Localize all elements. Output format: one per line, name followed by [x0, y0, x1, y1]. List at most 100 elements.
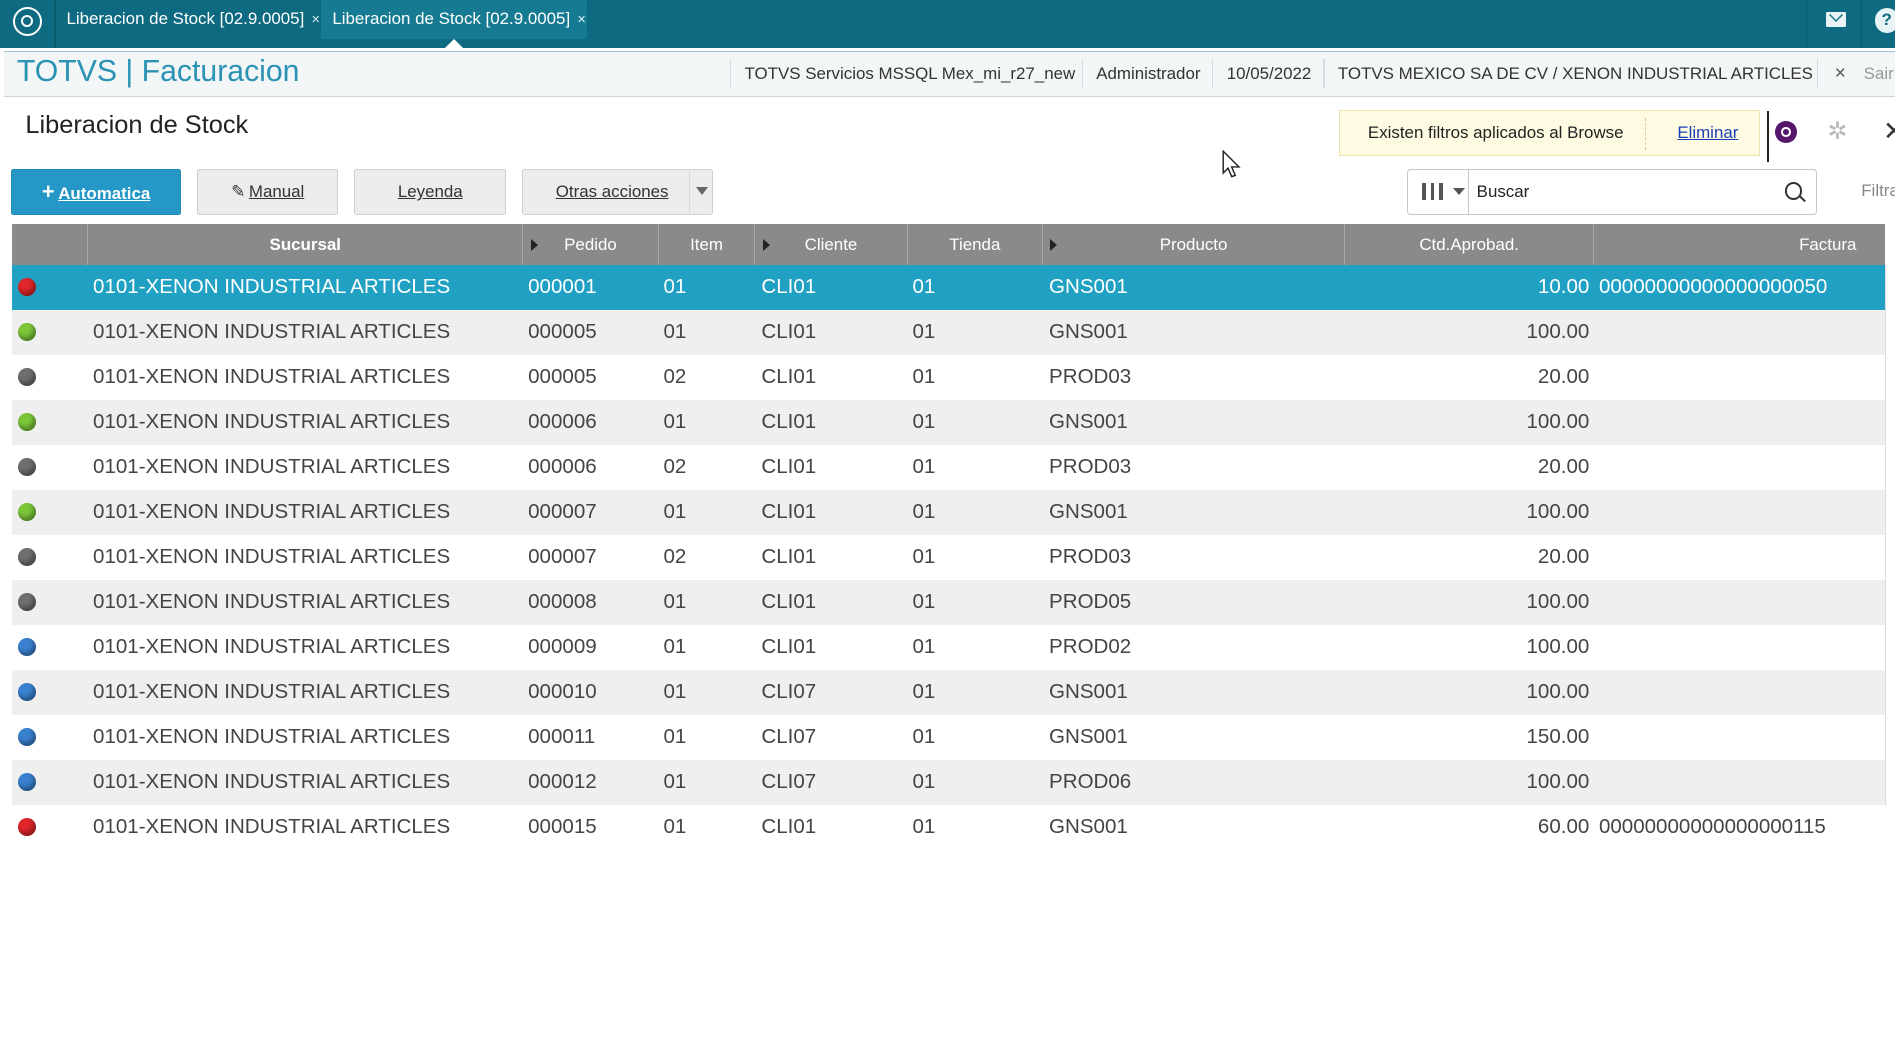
table-row[interactable]: 0101-XENON INDUSTRIAL ARTICLES 000011 01 CL… — [12, 714, 1886, 760]
cell-cliente: CLI07 — [761, 724, 817, 748]
table-row[interactable]: 0101-XENON INDUSTRIAL ARTICLES 000005 01 CL… — [12, 309, 1886, 355]
column-header-item[interactable]: Item — [659, 223, 756, 265]
date-label[interactable]: 10/05/2022 — [1227, 52, 1312, 96]
status-gray-icon — [18, 367, 37, 387]
environment-label[interactable]: TOTVS Servicios MSSQL Mex_mi_r27_new — [744, 52, 1075, 96]
mail-icon[interactable] — [1826, 12, 1846, 27]
search-input[interactable]: Buscar — [1477, 170, 1530, 214]
status-gray-icon — [18, 548, 37, 567]
table-row[interactable]: 0101-XENON INDUSTRIAL ARTICLES 000012 01 CL… — [12, 759, 1886, 805]
cell-sucursal: 0101-XENON INDUSTRIAL ARTICLES — [93, 814, 451, 838]
cell-tienda: 01 — [912, 634, 936, 658]
table-row[interactable]: 0101-XENON INDUSTRIAL ARTICLES 000007 01 CL… — [12, 489, 1886, 535]
cell-item: 02 — [663, 454, 687, 478]
cell-factura: 00000000000000000115 — [1598, 814, 1826, 838]
table-row[interactable]: 0101-XENON INDUSTRIAL ARTICLES 000015 01 CL… — [12, 804, 1886, 850]
company-label[interactable]: TOTVS MEXICO SA DE CV / XENON INDUSTRIAL… — [1338, 52, 1813, 96]
exit-button[interactable]: Sair — [1864, 52, 1894, 96]
cell-producto: GNS001 — [1049, 274, 1128, 298]
column-header-pedido[interactable]: Pedido — [523, 223, 659, 265]
status-green-icon — [18, 503, 37, 522]
grid-header: Sucursal Pedido Item Cliente Tienda Prod… — [12, 223, 1886, 265]
cell-sucursal: 0101-XENON INDUSTRIAL ARTICLES — [93, 769, 451, 793]
cell-sucursal: 0101-XENON INDUSTRIAL ARTICLES — [93, 589, 451, 613]
column-config-button[interactable] — [1408, 170, 1470, 214]
cell-pedido: 000009 — [528, 634, 597, 658]
help-icon[interactable]: ? — [1874, 8, 1895, 33]
columns-icon — [1422, 183, 1426, 201]
tab-liberacion-2[interactable]: Liberacion de Stock [02.9.0005] × — [321, 0, 588, 49]
app-title: TOTVS | Facturacion — [16, 55, 300, 89]
cell-pedido: 000010 — [528, 679, 597, 703]
user-menu-icon[interactable] — [1775, 120, 1798, 143]
remove-filters-link[interactable]: Eliminar — [1677, 111, 1738, 155]
column-header-status[interactable] — [12, 223, 89, 265]
close-icon[interactable]: ✕ — [1883, 116, 1895, 147]
table-row[interactable]: 0101-XENON INDUSTRIAL ARTICLES 000007 02 CL… — [12, 534, 1886, 580]
search-box: Buscar — [1406, 169, 1817, 216]
table-row[interactable]: 0101-XENON INDUSTRIAL ARTICLES 000006 02 CL… — [12, 444, 1886, 490]
status-blue-icon — [18, 683, 37, 702]
table-row[interactable]: 0101-XENON INDUSTRIAL ARTICLES 000001 01 CL… — [12, 264, 1886, 310]
cell-tienda: 01 — [912, 319, 936, 343]
otras-acciones-button[interactable]: Otras acciones — [522, 169, 714, 216]
cell-tienda: 01 — [912, 814, 936, 838]
cell-sucursal: 0101-XENON INDUSTRIAL ARTICLES — [93, 679, 451, 703]
cell-sucursal: 0101-XENON INDUSTRIAL ARTICLES — [93, 409, 451, 433]
tab-close-icon[interactable]: × — [577, 12, 585, 28]
cell-cliente: CLI01 — [761, 319, 817, 343]
status-green-icon — [18, 322, 37, 342]
totvs-logo-icon[interactable] — [13, 7, 43, 37]
cell-ctd: 150.00 — [1526, 724, 1590, 748]
table-row[interactable]: 0101-XENON INDUSTRIAL ARTICLES 000008 01 CL… — [12, 579, 1886, 625]
column-label: Cliente — [804, 234, 858, 254]
column-label: Pedido — [564, 234, 617, 254]
cell-cliente: CLI01 — [761, 589, 817, 613]
cell-tienda: 01 — [912, 589, 936, 613]
table-row[interactable]: 0101-XENON INDUSTRIAL ARTICLES 000010 01 CL… — [12, 669, 1886, 715]
filter-message: Existen filtros aplicados al Browse — [1367, 122, 1624, 142]
cell-cliente: CLI01 — [761, 409, 817, 433]
column-header-sucursal[interactable]: Sucursal — [88, 223, 524, 265]
cell-cliente: CLI07 — [761, 769, 817, 793]
cell-item: 01 — [663, 724, 687, 748]
divider — [729, 59, 732, 88]
plus-icon: + — [41, 179, 55, 205]
tab-label: Liberacion de Stock [02.9.0005] — [332, 9, 571, 28]
automatica-button[interactable]: + Automatica — [10, 169, 182, 216]
cell-item: 01 — [663, 589, 687, 613]
table-row[interactable]: 0101-XENON INDUSTRIAL ARTICLES 000009 01 CL… — [12, 624, 1886, 670]
cell-sucursal: 0101-XENON INDUSTRIAL ARTICLES — [93, 634, 451, 658]
exit-icon[interactable]: × — [1835, 52, 1846, 96]
automatica-label: Automatica — [58, 184, 151, 204]
tab-liberacion-1[interactable]: Liberacion de Stock [02.9.0005] × — [56, 0, 324, 39]
cell-ctd: 20.00 — [1537, 454, 1590, 478]
column-header-tienda[interactable]: Tienda — [908, 223, 1043, 265]
manual-button[interactable]: ✎ Manual — [197, 169, 339, 216]
cell-pedido: 000005 — [528, 319, 597, 343]
user-label[interactable]: Administrador — [1096, 52, 1200, 96]
column-header-factura[interactable]: Factura — [1594, 224, 1885, 265]
table-row[interactable]: 0101-XENON INDUSTRIAL ARTICLES 000005 02 CL… — [12, 354, 1886, 400]
cell-ctd: 20.00 — [1537, 364, 1590, 388]
cell-producto: PROD03 — [1049, 454, 1132, 478]
divider — [1766, 111, 1770, 162]
leyenda-button[interactable]: Leyenda — [354, 169, 507, 216]
gear-icon[interactable]: ✲ — [1827, 119, 1847, 144]
status-gray-icon — [18, 458, 37, 477]
cell-producto: PROD02 — [1049, 634, 1132, 658]
column-header-producto[interactable]: Producto — [1043, 223, 1346, 265]
tab-close-icon[interactable]: × — [312, 12, 320, 28]
search-icon[interactable] — [1784, 182, 1803, 200]
cell-cliente: CLI01 — [761, 274, 817, 298]
manual-label: Manual — [248, 182, 305, 202]
table-row[interactable]: 0101-XENON INDUSTRIAL ARTICLES 000006 01 CL… — [12, 399, 1886, 445]
column-header-cliente[interactable]: Cliente — [755, 223, 908, 265]
filter-button[interactable]: Filtra — [1861, 181, 1895, 201]
filter-banner: Existen filtros aplicados al Browse Elim… — [1339, 109, 1760, 156]
cell-tienda: 01 — [912, 454, 936, 478]
cell-pedido: 000015 — [528, 814, 597, 838]
cell-cliente: CLI01 — [761, 634, 817, 658]
cell-tienda: 01 — [912, 274, 936, 298]
column-header-ctd-aprobad[interactable]: Ctd.Aprobad. — [1345, 223, 1595, 265]
